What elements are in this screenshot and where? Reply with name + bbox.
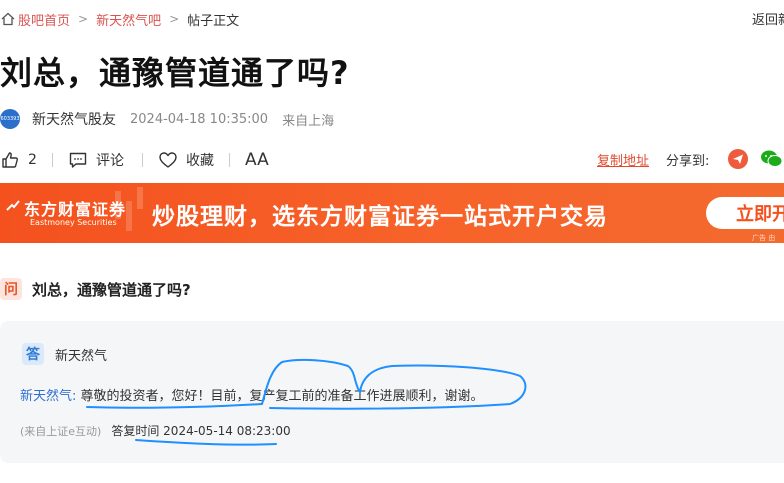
page-title: 刘总，通豫管道通了吗?: [0, 54, 350, 92]
font-size-button[interactable]: AA: [245, 148, 269, 172]
post-location: 来自上海: [282, 113, 335, 129]
copy-link[interactable]: 复制地址: [597, 150, 649, 169]
author-name[interactable]: 新天然气股友: [32, 109, 116, 129]
breadcrumb: 股吧首页 > 新天然气吧 > 帖子正文: [0, 9, 239, 29]
like-button[interactable]: 2: [0, 148, 37, 172]
answer-text: 尊敬的投资者，您好！目前，复产复工前的准备工作进展顺利，谢谢。: [80, 389, 484, 404]
chevron-right-icon: >: [78, 12, 89, 26]
thumbs-up-icon: [2, 152, 18, 168]
share-wechat-icon[interactable]: [760, 149, 783, 169]
like-count: 2: [28, 152, 37, 168]
answer-company-link[interactable]: 新天然气:: [20, 389, 76, 404]
divider: [142, 153, 143, 167]
divider: [229, 153, 230, 167]
answer-source: (来自上证e互动): [20, 424, 102, 438]
breadcrumb-home-link[interactable]: 股吧首页: [18, 10, 70, 29]
chevron-right-icon: >: [169, 12, 180, 26]
share-weibo-icon[interactable]: [728, 149, 748, 169]
eastmoney-logo-icon: [6, 200, 20, 211]
wechat-icon: [761, 150, 783, 167]
reply-time: 答复时间 2024-05-14 08:23:00: [111, 424, 291, 438]
ad-tag: 广告 由: [752, 234, 776, 242]
post-meta: 603393 新天然气股友 2024-04-18 10:35:00 来自上海: [0, 108, 334, 130]
answer-company[interactable]: 新天然气: [55, 345, 107, 364]
ad-banner[interactable]: 东方财富证券 Eastmoney Securities 炒股理财，选东方财富证券…: [0, 183, 784, 243]
answer-body: 新天然气: 尊敬的投资者，您好！目前，复产复工前的准备工作进展顺利，谢谢。: [20, 385, 484, 404]
favorite-label: 收藏: [186, 153, 214, 169]
decor-candle: [137, 187, 143, 209]
favorite-button[interactable]: 收藏: [158, 148, 214, 172]
action-bar: 2 评论 收藏 AA 复制地址 分享到:: [0, 148, 784, 172]
home-icon[interactable]: [0, 11, 16, 27]
comment-button[interactable]: 评论: [68, 148, 124, 172]
question-text: 刘总，通豫管道通了吗?: [32, 280, 191, 299]
font-size-icon: AA: [245, 150, 269, 170]
breadcrumb-current: 帖子正文: [187, 13, 240, 29]
divider: [52, 153, 53, 167]
breadcrumb-bar-link[interactable]: 新天然气吧: [96, 10, 161, 29]
answer-card: 答 新天然气 新天然气: 尊敬的投资者，您好！目前，复产复工前的准备工作进展顺利…: [0, 321, 784, 463]
brand-name-en: Eastmoney Securities: [30, 218, 117, 227]
back-link[interactable]: 返回新: [752, 9, 784, 28]
comment-icon: [69, 152, 87, 168]
ad-slogan: 炒股理财，选东方财富证券一站式开户交易: [152, 204, 608, 230]
heart-icon: [159, 152, 177, 168]
open-account-button[interactable]: 立即开: [706, 197, 784, 229]
question-badge: 问: [0, 278, 22, 300]
share-label: 分享到:: [666, 154, 710, 169]
answer-header: 答 新天然气: [22, 343, 107, 365]
comment-label: 评论: [96, 153, 124, 169]
post-time: 2024-04-18 10:35:00: [130, 111, 269, 127]
answer-footer: (来自上证e互动) 答复时间 2024-05-14 08:23:00: [20, 422, 291, 439]
answer-badge: 答: [22, 343, 44, 365]
send-icon: [733, 154, 743, 164]
brand-name-cn: 东方财富证券: [24, 200, 127, 219]
question-row: 问 刘总，通豫管道通了吗?: [0, 277, 191, 301]
decor-candle: [126, 201, 132, 231]
avatar[interactable]: 603393: [0, 109, 20, 129]
